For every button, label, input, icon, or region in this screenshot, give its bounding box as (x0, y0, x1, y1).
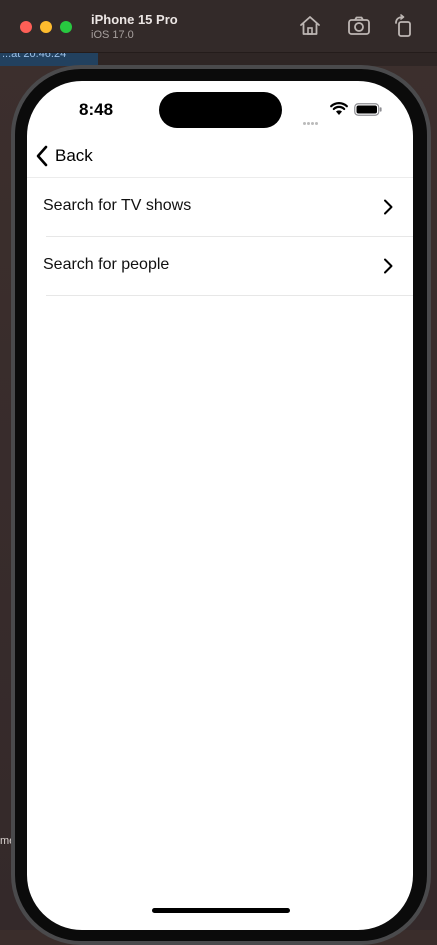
chevron-left-icon (36, 145, 48, 167)
list-divider (46, 295, 413, 296)
back-button[interactable]: Back (35, 143, 93, 169)
close-window-button[interactable] (20, 21, 32, 33)
minimize-window-button[interactable] (40, 21, 52, 33)
chevron-right-icon (384, 258, 393, 274)
home-icon[interactable] (298, 14, 322, 38)
phone-screen: 8:48 Back Search for TV shows Search for… (27, 81, 413, 930)
rotate-icon[interactable] (392, 14, 416, 38)
status-time: 8:48 (79, 100, 114, 119)
screenshot-icon[interactable] (347, 14, 371, 38)
back-button-label: Back (55, 146, 93, 165)
cellular-dots-icon (303, 112, 323, 125)
list-item-search-people[interactable]: Search for people (27, 237, 413, 295)
os-version: iOS 17.0 (91, 29, 134, 41)
chevron-right-icon (384, 199, 393, 215)
zoom-window-button[interactable] (60, 21, 72, 33)
battery-icon (354, 103, 382, 116)
device-name: iPhone 15 Pro (91, 12, 178, 27)
simulator-titlebar: iPhone 15 Pro iOS 17.0 (0, 0, 437, 53)
list-item-label: Search for people (43, 256, 170, 273)
home-indicator[interactable] (152, 908, 290, 913)
wifi-icon (330, 102, 348, 116)
dynamic-island (159, 92, 282, 128)
list-item-label: Search for TV shows (43, 197, 192, 214)
list-item-search-tv-shows[interactable]: Search for TV shows (27, 178, 413, 236)
